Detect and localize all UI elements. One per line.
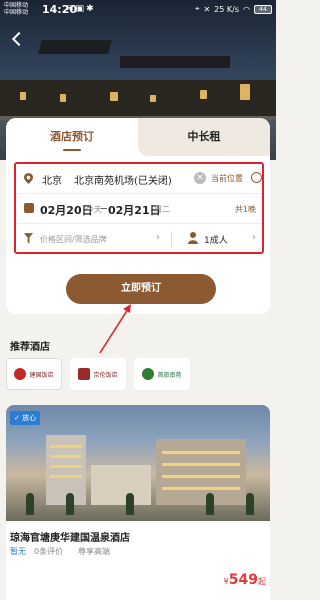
mute-icon: ✕ xyxy=(203,4,211,14)
person-icon xyxy=(188,232,198,244)
check-in-date[interactable]: 02月20日 xyxy=(40,202,93,218)
location-row[interactable]: 北京 北京南苑机场(已关闭) × 当前位置 xyxy=(16,164,262,194)
photo-palm xyxy=(66,493,74,515)
price-value: 549 xyxy=(228,572,258,588)
location-field[interactable]: 北京南苑机场(已关闭) xyxy=(74,172,172,187)
price-suffix: 起 xyxy=(258,577,266,586)
notification-icons: ✉▣✱ xyxy=(66,4,96,14)
carrier-labels: 中国移动 中国移动 xyxy=(4,2,28,16)
chevron-right-icon: › xyxy=(156,232,160,243)
book-now-button[interactable]: 立即预订 xyxy=(66,274,216,304)
search-form: 北京 北京南苑机场(已关闭) × 当前位置 02月20日 今天 02月21日 周… xyxy=(14,162,264,254)
hero-lantern xyxy=(240,84,250,100)
calendar-icon xyxy=(24,203,34,213)
locate-icon[interactable] xyxy=(251,172,262,183)
review-count: 0条评价 xyxy=(34,547,64,556)
message-icon: ✉ xyxy=(66,4,76,14)
current-location-label[interactable]: 当前位置 xyxy=(211,173,243,184)
clear-icon[interactable]: × xyxy=(194,172,206,184)
status-right: ⌖ ✕ 25 K/s ◠ 44 xyxy=(195,4,272,14)
check-out-date[interactable]: 02月21日 xyxy=(108,202,161,218)
city-selector[interactable]: 北京 xyxy=(42,172,62,187)
hotel-photo: ✓ 放心 xyxy=(6,405,270,521)
hotel-name[interactable]: 琼海官塘庚华建国温泉酒店 xyxy=(10,529,130,544)
brand-list: 建国饭店 京伦饭店 首旅南苑 xyxy=(6,358,270,394)
brand-name: 建国饭店 xyxy=(29,371,54,379)
hero-building xyxy=(0,80,276,116)
brand-jianguo[interactable]: 建国饭店 xyxy=(6,358,62,390)
hero-roof xyxy=(120,56,230,68)
app-icon: ▣ xyxy=(75,4,87,14)
photo-palm xyxy=(246,493,254,515)
trust-badge-label: 放心 xyxy=(22,414,37,422)
price-brand-filter[interactable]: 价格区间/筛选品牌 xyxy=(40,234,107,245)
carrier-1: 中国移动 xyxy=(4,2,29,9)
booking-card: 酒店预订 中长租 北京 北京南苑机场(已关闭) × 当前位置 02月20日 今天… xyxy=(6,118,270,314)
chevron-right-icon: › xyxy=(252,232,256,243)
divider xyxy=(171,231,172,247)
bluetooth-icon: ✱ xyxy=(86,4,96,14)
status-bar: 中国移动 中国移动 14:20 ✉▣✱ ⌖ ✕ 25 K/s ◠ 44 xyxy=(0,0,276,22)
photo-palm xyxy=(126,493,134,515)
trust-badge: ✓ 放心 xyxy=(10,411,41,425)
location-icon: ⌖ xyxy=(194,4,200,13)
jinglun-logo-icon xyxy=(78,368,91,380)
date-separator xyxy=(101,208,107,209)
nanyuan-logo-icon xyxy=(142,368,155,380)
hero-light xyxy=(110,92,118,101)
photo-building xyxy=(156,439,246,505)
hotel-tier: 尊享高端 xyxy=(78,547,110,556)
hotel-card[interactable]: ✓ 放心 琼海官塘庚华建国温泉酒店 暂无 0条评价 尊享高端 ¥549起 xyxy=(6,405,270,600)
price: ¥549起 xyxy=(224,572,266,588)
hero-light xyxy=(200,90,207,99)
battery-icon: 44 xyxy=(254,4,272,14)
hero-roof xyxy=(38,40,112,54)
filter-guest-row: 价格区间/筛选品牌 › 1成人 › xyxy=(16,224,262,254)
booking-tabs: 酒店预订 中长租 xyxy=(6,118,270,156)
date-row[interactable]: 02月20日 今天 02月21日 周二 共1晚 xyxy=(16,194,262,224)
check-in-weekday: 今天 xyxy=(86,205,102,214)
filter-icon xyxy=(24,233,33,244)
network-speed: 25 K/s xyxy=(214,4,240,14)
location-pin-icon xyxy=(24,173,33,184)
photo-palm xyxy=(26,493,34,515)
photo-lobby xyxy=(91,465,151,505)
hero-light xyxy=(150,95,156,102)
brand-nanyuan[interactable]: 首旅南苑 xyxy=(134,358,190,390)
guest-selector[interactable]: 1成人 xyxy=(204,233,228,246)
jianguo-logo-icon xyxy=(14,368,27,380)
wifi-icon: ◠ xyxy=(243,4,250,14)
nights-count: 共1晚 xyxy=(234,205,256,214)
brand-name: 首旅南苑 xyxy=(157,371,182,379)
check-out-weekday: 周二 xyxy=(154,205,170,214)
recommended-title: 推荐酒店 xyxy=(10,342,50,353)
tab-hotel-booking[interactable]: 酒店预订 xyxy=(6,118,138,156)
carrier-2: 中国移动 xyxy=(4,9,29,16)
hero-light xyxy=(60,94,66,102)
hero-light xyxy=(20,92,26,100)
photo-palm xyxy=(206,493,214,515)
brand-name: 京伦饭店 xyxy=(93,371,118,379)
tab-long-term-rental[interactable]: 中长租 xyxy=(138,118,270,156)
back-button[interactable] xyxy=(10,32,24,46)
rating: 暂无 xyxy=(10,547,26,556)
brand-jinglun[interactable]: 京伦饭店 xyxy=(70,358,126,390)
